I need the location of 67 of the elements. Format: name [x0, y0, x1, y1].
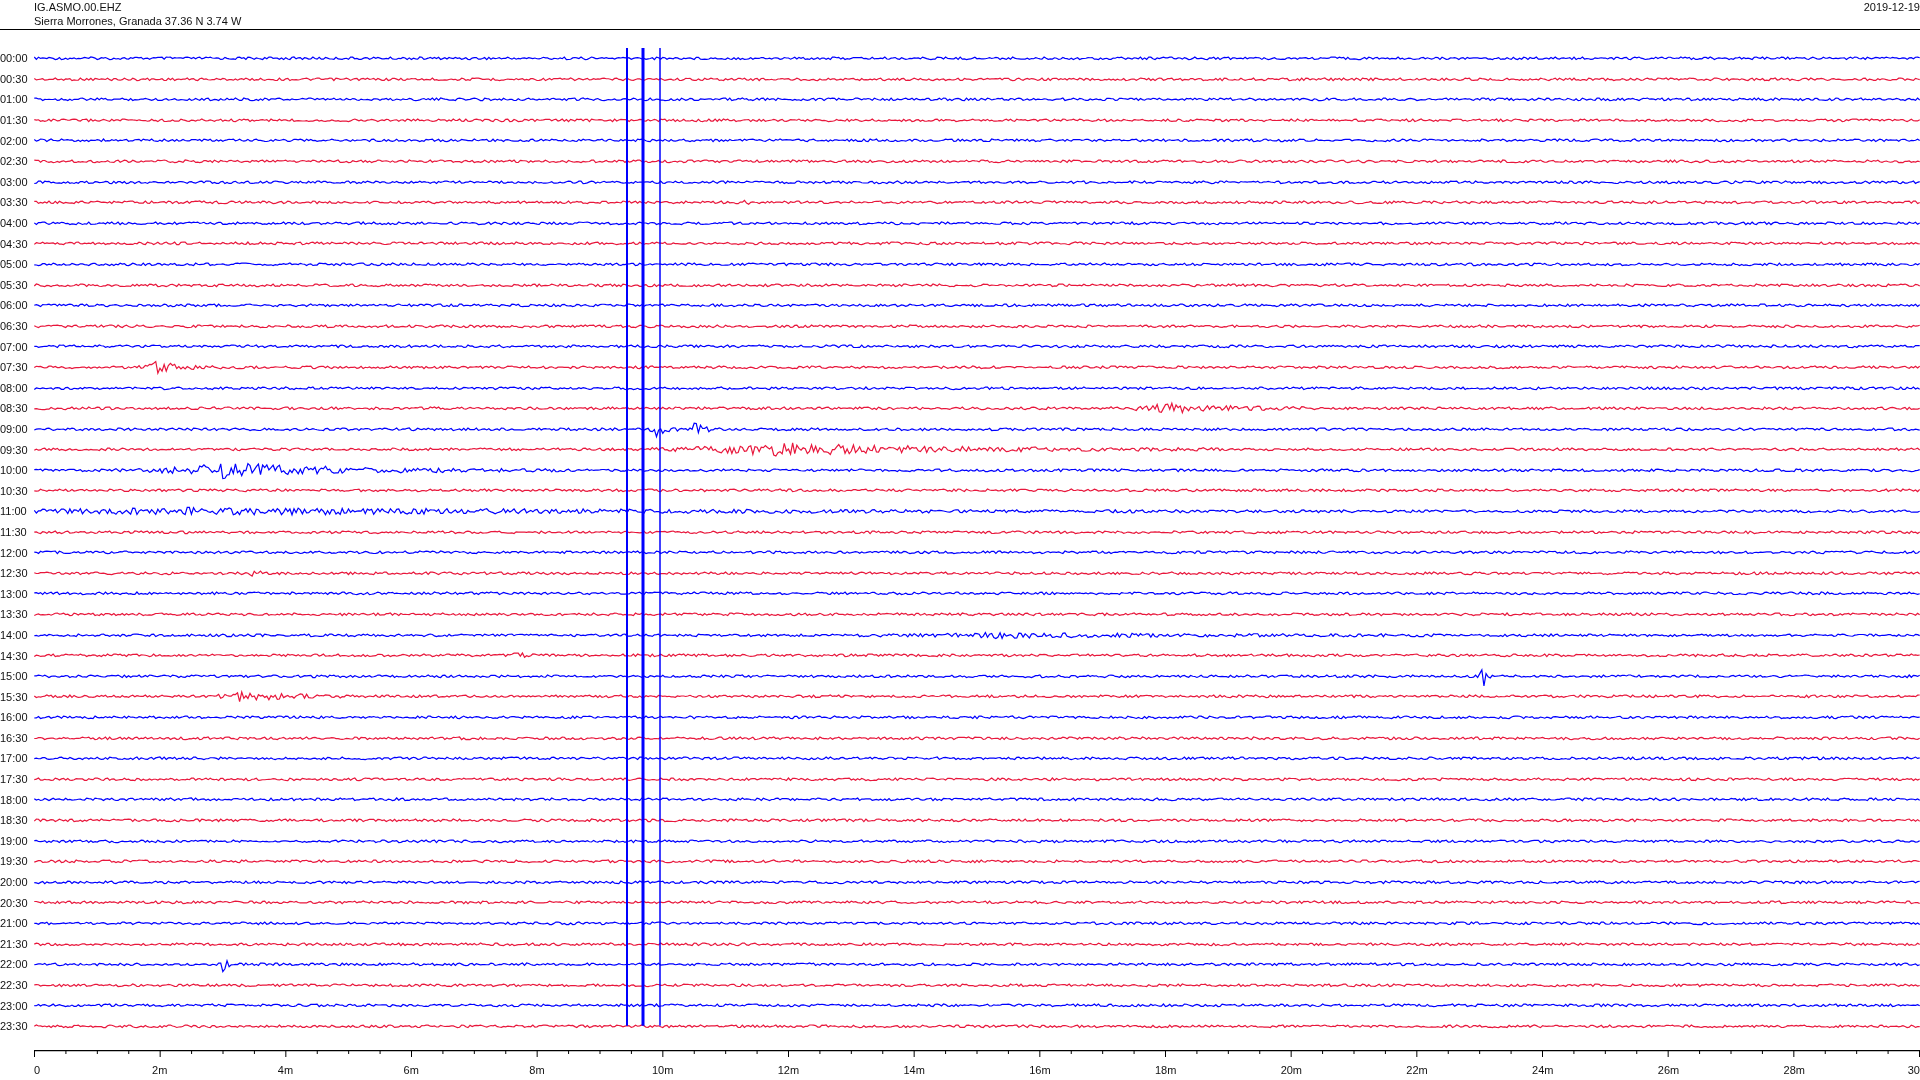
station-location: Sierra Morrones, Granada 37.36 N 3.74 W [34, 14, 242, 28]
time-label: 19:30 [0, 855, 29, 868]
time-label: 20:00 [0, 876, 29, 889]
time-label: 18:30 [0, 814, 29, 827]
time-label: 02:30 [0, 155, 29, 168]
time-label: 04:00 [0, 217, 29, 230]
time-label: 17:30 [0, 773, 29, 786]
time-label: 15:00 [0, 670, 29, 683]
time-label: 00:00 [0, 52, 29, 65]
time-label: 16:00 [0, 711, 29, 724]
time-label: 23:30 [0, 1020, 29, 1033]
axis-label: 26m [1657, 1063, 1680, 1076]
axis-label: 2m [152, 1063, 168, 1076]
axis-label: 18m [1154, 1063, 1177, 1076]
time-label: 05:00 [0, 258, 29, 271]
time-label: 11:30 [0, 525, 28, 538]
axis-label: 0 [34, 1063, 41, 1076]
axis-label: 10m [651, 1063, 674, 1076]
axis-label: 28m [1783, 1063, 1805, 1076]
time-label: 08:30 [0, 402, 29, 415]
time-label: 15:30 [0, 690, 29, 703]
time-label: 13:00 [0, 587, 29, 600]
time-label: 01:30 [0, 114, 29, 127]
time-label: 21:30 [0, 937, 29, 950]
time-label: 21:00 [0, 917, 29, 930]
time-label: 10:30 [0, 484, 29, 497]
time-label: 07:30 [0, 361, 29, 374]
axis-label: 24m [1532, 1063, 1554, 1076]
time-label: 14:00 [0, 628, 29, 641]
time-label: 11:00 [0, 505, 28, 518]
time-label: 08:00 [0, 381, 29, 394]
time-label: 13:30 [0, 608, 29, 621]
time-label: 20:30 [0, 896, 29, 909]
axis-label: 16m [1029, 1063, 1051, 1076]
time-label: 03:30 [0, 196, 29, 209]
axis-label: 4m [277, 1063, 294, 1076]
time-label: 04:30 [0, 237, 29, 250]
channel-title: IG.ASMO.00.EHZ [34, 0, 123, 14]
time-label: 22:00 [0, 958, 29, 971]
time-label: 02:00 [0, 134, 29, 147]
axis-label: 30 [1907, 1063, 1920, 1076]
time-label: 07:00 [0, 340, 29, 353]
time-label: 09:30 [0, 443, 29, 456]
time-label: 00:30 [0, 72, 29, 85]
time-label: 03:00 [0, 175, 29, 188]
axis-label: 22m [1406, 1063, 1428, 1076]
time-label: 22:30 [0, 979, 29, 991]
plot-date: 2019-12-19 [1863, 0, 1920, 15]
time-label: 06:30 [0, 320, 29, 332]
time-label: 16:30 [0, 731, 29, 744]
time-label: 23:00 [0, 999, 29, 1012]
time-label: 10:00 [0, 464, 29, 477]
time-label: 14:30 [0, 649, 29, 662]
time-label: 09:00 [0, 423, 29, 435]
time-label: 01:00 [0, 93, 29, 106]
time-label: 18:00 [0, 793, 29, 806]
axis-label: 6m [403, 1063, 419, 1076]
time-label: 12:00 [0, 546, 29, 559]
axis-label: 14m [903, 1063, 925, 1076]
time-label: 06:00 [0, 299, 29, 312]
axis-label: 8m [529, 1063, 545, 1076]
time-label: 05:30 [0, 278, 29, 291]
axis-label: 12m [777, 1063, 800, 1076]
axis-label: 20m [1280, 1063, 1303, 1076]
time-label: 12:30 [0, 567, 29, 580]
time-label: 17:00 [0, 752, 29, 765]
time-label: 19:00 [0, 834, 29, 847]
